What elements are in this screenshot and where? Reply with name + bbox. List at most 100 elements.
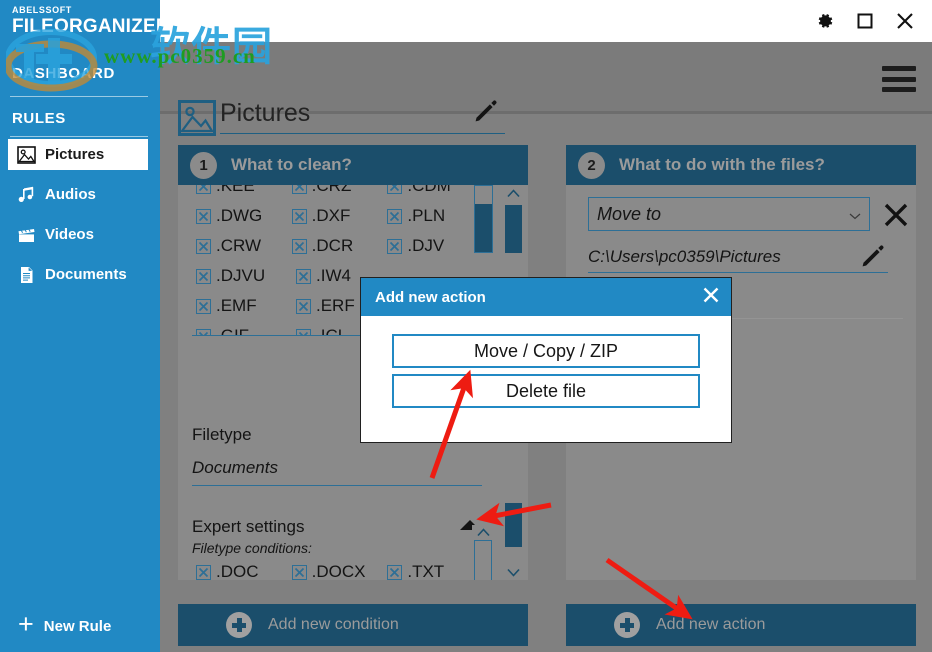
chevron-down-icon[interactable] [849,204,861,225]
scroll-up-icon[interactable] [472,525,494,539]
sidebar-section-rules: RULES [12,110,66,127]
add-new-condition-button[interactable]: Add new condition [178,604,528,646]
extension-list-bottom: .DOC .DOCX .TXT .CSV .PPS .PPT .PPTX .XM… [178,557,483,580]
destination-path-value: C:\Users\pc0359\Pictures [588,246,781,266]
checkbox-checked-icon[interactable] [291,564,307,580]
extension-checkbox-item[interactable]: .DXF [291,206,388,226]
remove-action-button[interactable] [882,201,910,234]
checkbox-checked-icon[interactable] [387,185,403,194]
extension-label: .ERF [316,296,355,315]
action-type-value: Move to [597,203,662,224]
checkbox-checked-icon[interactable] [196,208,211,224]
checkbox-checked-icon[interactable] [387,238,403,254]
sidebar-item-label: Videos [45,226,94,243]
scrollbar-track-outer-top[interactable] [504,185,523,253]
expert-settings-row[interactable]: Expert settings [192,517,482,537]
extension-checkbox-item[interactable]: .CRW [196,236,292,256]
gear-icon[interactable] [814,10,836,32]
extension-checkbox-item[interactable]: .DOCX [291,562,388,580]
scrollbar-track-outer-bottom[interactable] [504,503,523,580]
filetype-value[interactable]: Documents [192,458,278,478]
checkbox-checked-icon[interactable] [291,185,307,194]
extension-checkbox-item[interactable]: .DWG [196,206,292,226]
extension-label: .IW4 [316,266,351,285]
extension-row: .DWG .DXF .PLN [178,201,483,231]
checkbox-checked-icon[interactable] [196,238,211,254]
filetype-conditions-label: Filetype conditions: [192,540,312,556]
delete-file-button[interactable]: Delete file [392,374,700,408]
plus-circle-icon [614,612,640,638]
maximize-icon[interactable] [854,10,876,32]
extension-label: .DOC [216,562,259,580]
checkbox-checked-icon[interactable] [196,298,211,314]
scrollbar-thumb-outer-top[interactable] [505,205,522,253]
extension-checkbox-item[interactable]: .DOC [196,562,292,580]
extension-label: .CRZ [311,185,352,195]
extension-checkbox-item[interactable]: .DJV [387,236,483,256]
extension-row: .DOC .DOCX .TXT [178,557,483,580]
window-controls [814,0,926,42]
extension-label: .TXT [407,562,445,580]
extension-checkbox-item[interactable]: .TXT [387,562,483,580]
panel-1-title: What to clean? [231,155,352,174]
new-rule-button[interactable]: + New Rule [0,600,160,652]
sidebar-divider-rules [10,136,148,137]
extension-checkbox-item[interactable]: .DJVU [196,266,296,286]
sidebar-item-pictures[interactable]: Pictures [8,139,148,170]
extension-checkbox-item[interactable]: .KEE [196,185,292,196]
scrollbar-thumb-outer-bottom[interactable] [505,503,522,547]
close-icon[interactable] [894,10,916,32]
sidebar-item-documents[interactable]: Documents [8,259,148,290]
sidebar-item-videos[interactable]: Videos [8,219,148,250]
extension-checkbox-item[interactable]: .EMF [196,296,296,316]
music-note-icon [16,185,36,205]
app-brand: ABELSSOFT FILEORGANIZER [12,5,170,37]
action-type-select[interactable]: Move to [588,197,870,231]
extension-label: .DJVU [216,266,266,285]
destination-path-field[interactable]: C:\Users\pc0359\Pictures [588,241,888,273]
close-icon[interactable] [701,285,721,309]
sidebar: ABELSSOFT FILEORGANIZER DASHBOARD RULES … [0,0,170,652]
hamburger-icon[interactable] [882,66,916,92]
dialog-title: Add new action [375,288,486,306]
scroll-down-icon[interactable] [504,564,523,580]
image-icon [16,145,36,165]
sidebar-item-dashboard[interactable]: DASHBOARD [12,65,115,82]
checkbox-checked-icon[interactable] [291,238,307,254]
panel-2-title: What to do with the files? [619,155,825,174]
checkbox-checked-icon[interactable] [196,268,211,284]
sidebar-item-label: Audios [45,186,96,203]
add-new-action-dialog: Add new action Move / Copy / ZIP Delete … [360,277,732,443]
add-new-action-button[interactable]: Add new action [566,604,916,646]
scrollbar-track-inner-top[interactable] [474,185,493,253]
scroll-up-icon[interactable] [504,185,523,201]
document-icon [16,265,36,285]
sidebar-divider-dashboard [10,96,148,97]
extension-label: .KEE [216,185,255,195]
move-copy-zip-button[interactable]: Move / Copy / ZIP [392,334,700,368]
extension-checkbox-item[interactable]: .CRZ [291,185,388,196]
checkbox-checked-icon[interactable] [296,298,311,314]
pencil-icon[interactable] [860,243,886,274]
extension-checkbox-item[interactable]: .DCR [291,236,388,256]
scrollbar-track-inner-bottom[interactable] [472,525,494,580]
checkbox-checked-icon[interactable] [296,268,311,284]
extension-checkbox-item[interactable]: .CDM [387,185,483,196]
extension-checkbox-item[interactable]: .PLN [387,206,483,226]
brand-vendor: ABELSSOFT [12,5,72,15]
extension-label: .DWG [216,206,263,225]
checkbox-checked-icon[interactable] [196,564,211,580]
checkbox-checked-icon[interactable] [196,185,211,194]
checkbox-checked-icon[interactable] [291,208,307,224]
extension-label: .CDM [407,185,451,195]
checkbox-checked-icon[interactable] [387,208,403,224]
expert-settings-label: Expert settings [192,517,305,536]
dialog-header: Add new action [361,278,731,316]
panel-1-header: 1 What to clean? [178,145,528,185]
new-rule-label: New Rule [43,617,112,635]
scrollbar-channel-inner-bottom[interactable] [474,540,492,580]
extension-label: .DJV [407,236,445,255]
checkbox-checked-icon[interactable] [387,564,403,580]
scrollbar-thumb-inner-top[interactable] [475,204,492,252]
sidebar-item-audios[interactable]: Audios [8,179,148,210]
